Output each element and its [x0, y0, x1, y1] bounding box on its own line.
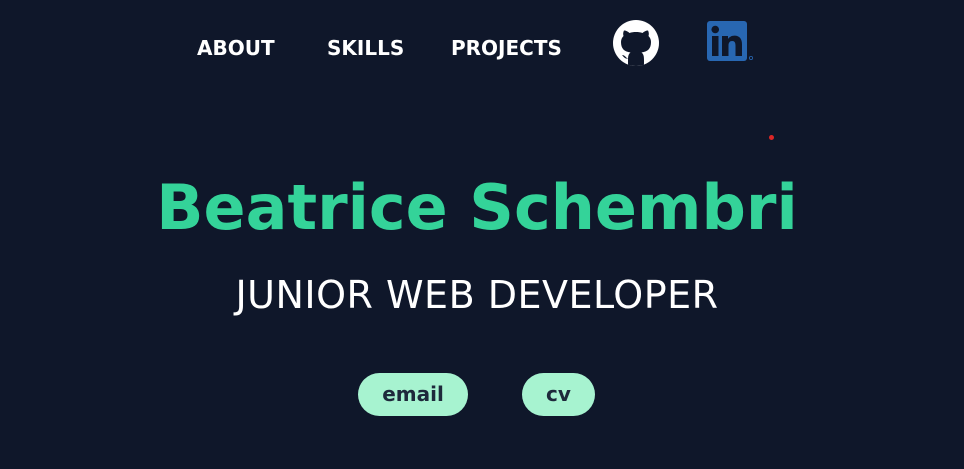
github-icon	[613, 20, 659, 66]
linkedin-icon	[707, 21, 754, 61]
hero-name: Beatrice Schembri	[156, 171, 798, 244]
nav-link-about[interactable]: ABOUT	[197, 36, 275, 60]
github-link[interactable]	[611, 20, 661, 66]
email-button[interactable]: email	[358, 373, 468, 416]
decorative-dot	[769, 135, 774, 140]
hero-role: JUNIOR WEB DEVELOPER	[235, 273, 719, 317]
nav-link-skills[interactable]: SKILLS	[327, 36, 404, 60]
portfolio-page: ABOUT SKILLS PROJECTS Beatrice Schembri …	[0, 0, 964, 469]
linkedin-link[interactable]	[707, 21, 757, 61]
nav-link-projects[interactable]: PROJECTS	[451, 36, 562, 60]
cv-button[interactable]: cv	[522, 373, 595, 416]
